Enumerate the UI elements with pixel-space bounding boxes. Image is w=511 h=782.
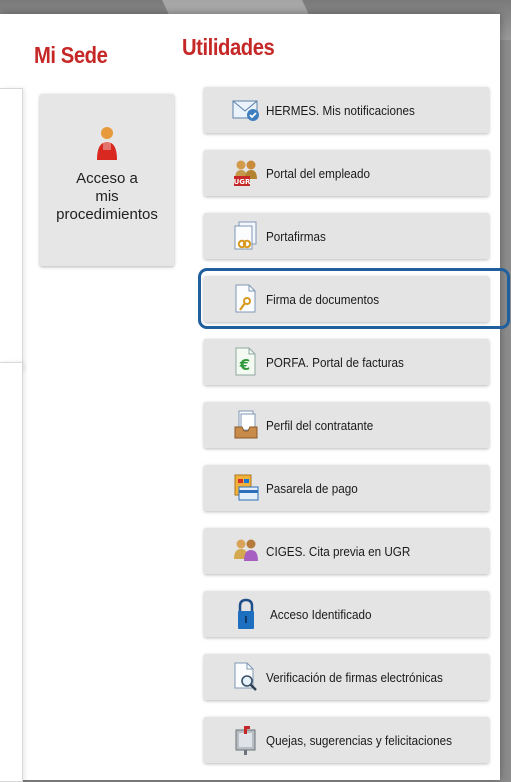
firma-documentos-button[interactable]: Firma de documentos (204, 276, 489, 322)
document-pen-icon (232, 284, 260, 313)
mailbox-icon (232, 726, 260, 755)
left-panel-fragment-top (0, 88, 23, 372)
padlock-icon (232, 598, 260, 629)
button-label: Quejas, sugerencias y felicitaciones (266, 732, 453, 748)
portafirmas-button[interactable]: Portafirmas (204, 213, 489, 259)
ciges-cita-previa-button[interactable]: CIGES. Cita previa en UGR (204, 528, 489, 574)
acceso-identificado-button[interactable]: Acceso Identificado (204, 591, 489, 637)
button-label: PORFA. Portal de facturas (266, 354, 404, 370)
button-label: Verificación de firmas electrónicas (266, 669, 443, 685)
user-icon (97, 127, 117, 160)
button-label: Portal del empleado (266, 165, 371, 181)
svg-text:€: € (239, 356, 250, 374)
quejas-sugerencias-button[interactable]: Quejas, sugerencias y felicitaciones (204, 717, 489, 763)
tile-label: Acceso a mis procedimientos (56, 170, 158, 223)
button-label: Perfil del contratante (266, 417, 374, 433)
porfa-facturas-button[interactable]: € PORFA. Portal de facturas (204, 339, 489, 385)
button-label: Firma de documentos (266, 291, 380, 307)
euro-document-icon: € (232, 347, 260, 376)
inbox-tray-icon (232, 410, 260, 439)
svg-text:UGR: UGR (234, 178, 251, 186)
utilidades-heading: Utilidades (182, 34, 275, 60)
perfil-contratante-button[interactable]: Perfil del contratante (204, 402, 489, 448)
mail-check-icon (232, 96, 260, 124)
pasarela-pago-button[interactable]: Pasarela de pago (204, 465, 489, 511)
button-label: CIGES. Cita previa en UGR (266, 543, 411, 559)
signature-docs-icon (232, 221, 260, 250)
employees-icon: UGR (232, 159, 260, 187)
left-panel-fragment-bottom (0, 362, 23, 782)
button-label: Portafirmas (266, 228, 326, 244)
button-label: Acceso Identificado (270, 606, 372, 622)
mi-sede-heading: Mi Sede (34, 42, 108, 68)
people-appointment-icon (232, 537, 260, 565)
button-label: HERMES. Mis notificaciones (266, 102, 415, 118)
hermes-notificaciones-button[interactable]: HERMES. Mis notificaciones (204, 87, 489, 133)
verificacion-firmas-button[interactable]: Verificación de firmas electrónicas (204, 654, 489, 700)
button-label: Pasarela de pago (266, 480, 358, 496)
acceso-procedimientos-tile[interactable]: Acceso a mis procedimientos (40, 94, 174, 266)
portal-empleado-button[interactable]: UGR Portal del empleado (204, 150, 489, 196)
document-magnifier-icon (232, 662, 260, 691)
payment-card-icon (232, 474, 260, 502)
